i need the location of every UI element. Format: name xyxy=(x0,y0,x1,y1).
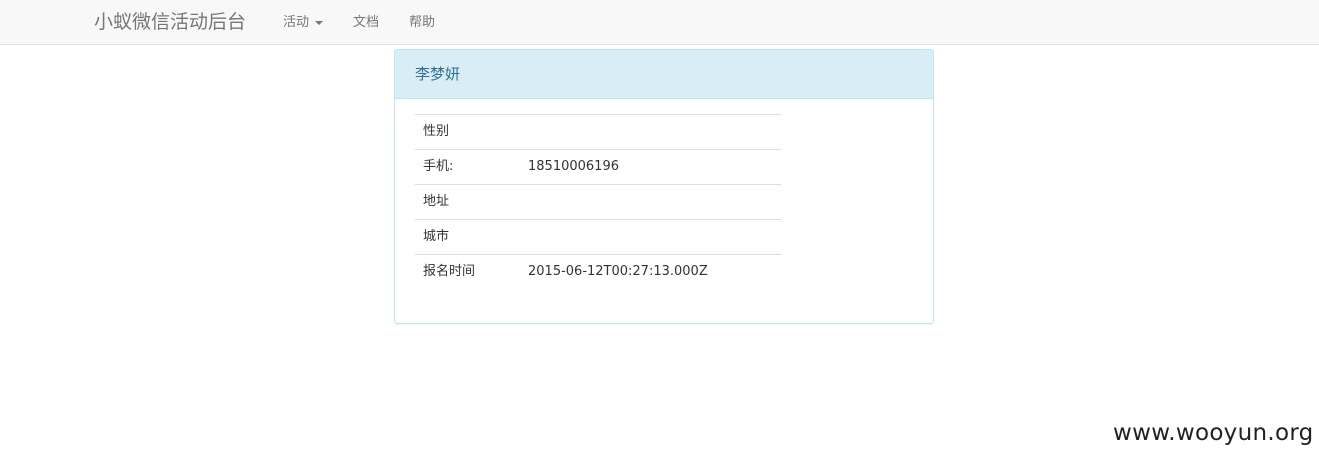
city-label: 城市 xyxy=(415,219,520,255)
table-row: 城市 xyxy=(415,219,781,255)
nav-item-help[interactable]: 帮助 xyxy=(409,13,435,32)
watermark-text: www.wooyun.org xyxy=(1113,420,1314,446)
nav-item-docs[interactable]: 文档 xyxy=(353,13,379,32)
phone-label: 手机: xyxy=(415,149,520,185)
nav-item-help-label: 帮助 xyxy=(409,15,436,30)
table-row: 手机: 18510006196 xyxy=(415,149,781,185)
nav-item-activities[interactable]: 活动 xyxy=(283,13,324,32)
table-row: 地址 xyxy=(415,184,781,220)
address-label: 地址 xyxy=(415,184,520,220)
top-navbar: 小蚁微信活动后台 活动 文档 帮助 xyxy=(0,0,1319,45)
nav-item-activities-label: 活动 xyxy=(283,15,310,30)
table-row: 报名时间 2015-06-12T00:27:13.000Z xyxy=(415,254,781,290)
city-value xyxy=(520,219,781,255)
user-info-table: 性别 手机: 18510006196 地址 城市 报名时间 2015-06-12… xyxy=(415,114,781,290)
panel-heading: 李梦妍 xyxy=(395,50,933,99)
table-row: 性别 xyxy=(415,114,781,150)
phone-value: 18510006196 xyxy=(520,149,781,185)
user-detail-panel: 李梦妍 性别 手机: 18510006196 地址 城市 报名时间 2015-0… xyxy=(394,49,934,324)
gender-label: 性别 xyxy=(415,114,520,150)
panel-title: 李梦妍 xyxy=(415,65,461,83)
gender-value xyxy=(520,114,781,150)
navbar-brand[interactable]: 小蚁微信活动后台 xyxy=(94,9,246,35)
nav-item-docs-label: 文档 xyxy=(353,15,380,30)
signup-time-label: 报名时间 xyxy=(415,254,520,290)
address-value xyxy=(520,184,781,220)
caret-down-icon xyxy=(315,21,324,25)
signup-time-value: 2015-06-12T00:27:13.000Z xyxy=(520,254,781,290)
